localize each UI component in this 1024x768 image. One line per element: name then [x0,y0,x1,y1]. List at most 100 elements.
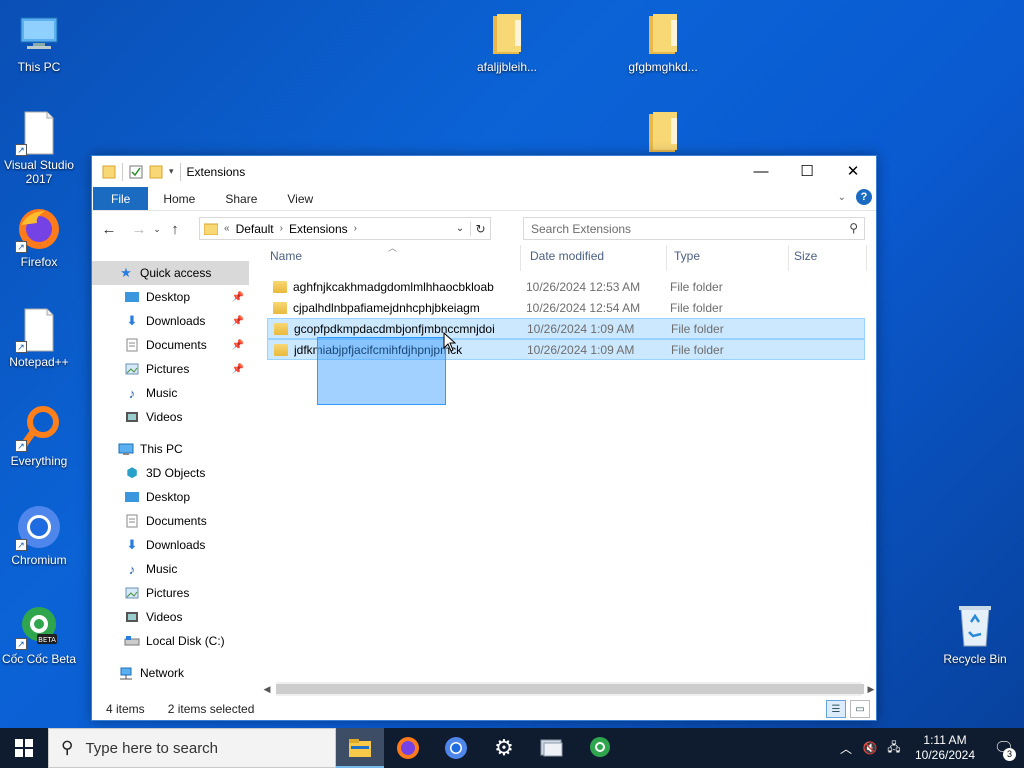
pictures-icon [124,586,140,600]
sidebar-item-this-pc[interactable]: This PC [92,437,249,461]
title-bar[interactable]: ▾ Extensions — ☐ ✕ [92,156,876,187]
large-icons-view-icon[interactable]: ▭ [850,700,870,718]
search-box[interactable]: Search Extensions ⚲ [523,217,865,240]
taskbar-app-window[interactable] [528,728,576,768]
file-row[interactable]: aghfnjkcakhmadgdomlmlhhaocbkloab 10/26/2… [267,276,865,297]
details-view-icon[interactable]: ☰ [826,700,846,718]
column-divider[interactable] [520,245,521,271]
customize-toolbar-icon[interactable]: ▾ [169,166,174,177]
breadcrumb-default[interactable]: Default [236,222,274,236]
sidebar-item-label: Quick access [140,266,212,280]
sidebar-item-pc-videos[interactable]: Videos [92,605,249,629]
address-dropdown-icon[interactable]: ⌄ [450,223,470,234]
column-divider[interactable] [788,245,789,271]
desktop-icon [124,490,140,504]
sidebar-item-network[interactable]: Network [92,661,249,685]
recent-locations-icon[interactable]: ⌄ [150,224,164,235]
sidebar-item-music[interactable]: ♪ Music [92,381,249,405]
sidebar-item-label: Pictures [146,362,190,376]
desktop-icon-recycle-bin[interactable]: Recycle Bin [936,602,1014,666]
address-bar[interactable]: « Default › Extensions › ⌄ ↻ [199,217,491,240]
desktop-icon-this-pc[interactable]: This PC [0,10,78,74]
desktop-icon-notepadpp[interactable]: ↗ Notepad++ [0,305,78,369]
horizontal-scrollbar[interactable]: ◀ ▶ [262,682,876,696]
taskbar-coccoc[interactable] [576,728,624,768]
pin-icon[interactable]: 📌 [232,292,244,303]
sidebar-item-downloads[interactable]: ⬇ Downloads 📌 [92,309,249,333]
notification-center-button[interactable]: 🗨 3 [984,728,1024,768]
tab-view[interactable]: View [272,187,328,210]
refresh-icon[interactable]: ↻ [470,221,490,236]
scroll-track[interactable] [276,682,864,696]
breadcrumb-separator-icon[interactable]: › [280,223,283,234]
sidebar-item-pc-downloads[interactable]: ⬇ Downloads [92,533,249,557]
taskbar-settings[interactable]: ⚙ [480,728,528,768]
scroll-right-icon[interactable]: ▶ [866,684,876,695]
address-overflow[interactable]: « [224,223,230,234]
column-divider[interactable] [666,245,667,271]
new-folder-icon[interactable] [149,165,163,179]
sidebar-item-3d-objects[interactable]: ⬢ 3D Objects [92,461,249,485]
sidebar-item-quick-access[interactable]: ★ Quick access [92,261,249,285]
taskbar-search-input[interactable]: Type here to search [85,740,218,757]
videos-icon [124,410,140,424]
desktop-icon-chromium[interactable]: ↗ Chromium [0,503,78,567]
taskbar-firefox[interactable] [384,728,432,768]
breadcrumb-separator-icon[interactable]: › [354,223,357,234]
pin-icon[interactable]: 📌 [232,364,244,375]
clock[interactable]: 1:11 AM 10/26/2024 [910,733,980,763]
desktop-icon-visual-studio[interactable]: ↗ Visual Studio 2017 [0,108,78,186]
forward-arrow-icon[interactable]: → [128,221,150,238]
windows-logo-icon [15,739,33,757]
taskbar-search[interactable]: ⚲ Type here to search [48,728,336,768]
sidebar-item-pc-pictures[interactable]: Pictures [92,581,249,605]
shortcut-arrow-icon: ↗ [15,241,27,253]
file-row[interactable]: cjpalhdlnbpafiamejdnhcphjbkeiagm 10/26/2… [267,297,865,318]
sidebar-item-videos[interactable]: Videos [92,405,249,429]
breadcrumb-extensions[interactable]: Extensions [289,222,348,236]
3d-objects-icon: ⬢ [126,465,138,480]
back-arrow-icon[interactable]: ← [98,221,120,238]
column-header-size[interactable]: Size [794,249,817,269]
pin-icon[interactable]: 📌 [232,316,244,327]
properties-icon[interactable] [129,165,143,179]
desktop-folder-2[interactable]: gfgbmghkd... [624,10,702,74]
chevron-up-icon[interactable]: ︿ [834,740,858,757]
network-icon[interactable]: 🖧 [882,738,906,759]
tab-share[interactable]: Share [210,187,272,210]
pin-icon[interactable]: 📌 [232,340,244,351]
column-header-date-modified[interactable]: Date modified [530,249,604,269]
desktop-icon-coccoc[interactable]: BETA ↗ Cốc Cốc Beta [0,602,78,666]
tab-home[interactable]: Home [148,187,210,210]
expand-ribbon-icon[interactable]: ⌄ [838,192,846,203]
minimize-button[interactable]: — [738,156,784,186]
column-divider[interactable] [866,245,867,271]
tab-file[interactable]: File [93,187,149,210]
search-input[interactable]: Search Extensions [531,222,631,236]
desktop-icon-everything[interactable]: ↗ Everything [0,404,78,468]
scroll-left-icon[interactable]: ◀ [262,684,272,695]
up-arrow-icon[interactable]: ↑ [164,221,186,238]
sidebar-item-pc-documents[interactable]: Documents [92,509,249,533]
taskbar-chromium[interactable] [432,728,480,768]
start-button[interactable] [0,728,48,768]
sidebar-item-pc-music[interactable]: ♪ Music [92,557,249,581]
desktop-folder-3[interactable] [624,108,702,158]
column-header-name[interactable]: Name [270,249,302,269]
sidebar-item-pc-desktop[interactable]: Desktop [92,485,249,509]
column-header-type[interactable]: Type [674,249,700,269]
sidebar-item-documents[interactable]: Documents 📌 [92,333,249,357]
maximize-button[interactable]: ☐ [784,156,830,186]
help-icon[interactable]: ? [856,189,872,205]
scroll-thumb[interactable] [276,684,864,694]
close-button[interactable]: ✕ [830,156,876,186]
folder-icon [639,108,687,156]
desktop-icon-firefox[interactable]: ↗ Firefox [0,205,78,269]
taskbar-file-explorer[interactable] [336,728,384,768]
sidebar-item-desktop[interactable]: Desktop 📌 [92,285,249,309]
desktop-folder-1[interactable]: afaljjbleih... [468,10,546,74]
file-row-selected[interactable]: gcopfpdkmpdacdmbjonfjmbnccmnjdoi 10/26/2… [267,318,865,339]
sidebar-item-local-disk[interactable]: Local Disk (C:) [92,629,249,653]
volume-muted-icon[interactable]: 🔇 [858,741,882,755]
sidebar-item-pictures[interactable]: Pictures 📌 [92,357,249,381]
